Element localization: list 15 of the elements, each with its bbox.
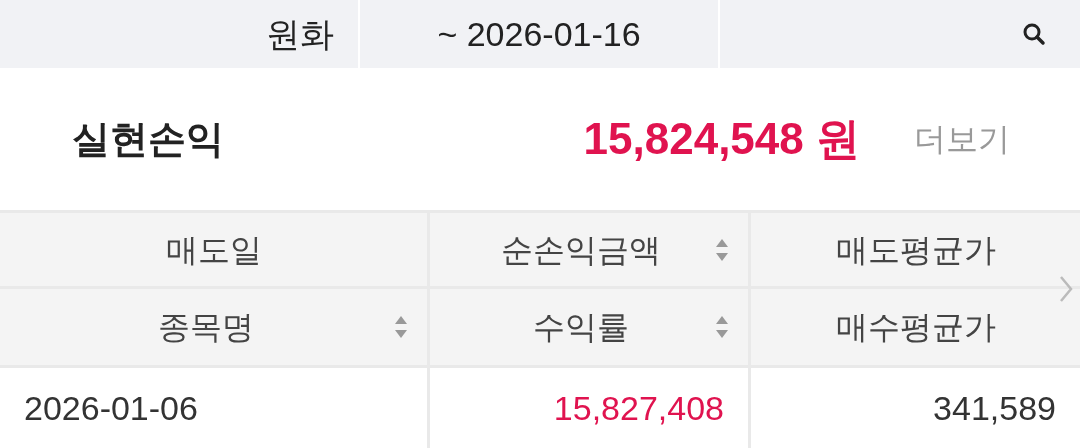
column-header[interactable]: 순손익금액 <box>448 225 714 274</box>
summary-label: 실현손익 <box>72 116 225 162</box>
column-header: 매수평균가 <box>834 308 997 347</box>
column-header: 매도평균가 <box>834 230 997 270</box>
date-range-filter[interactable]: ~ 2026-01-16 <box>437 8 641 60</box>
search-icon[interactable] <box>1022 22 1046 46</box>
summary-amount: 15,824,548 원 <box>583 113 860 165</box>
table-cell-text: 15,827,408 <box>553 387 724 429</box>
scroll-right-icon[interactable] <box>1058 274 1074 304</box>
table-cell-text: 2026-01-06 <box>24 387 198 429</box>
column-header[interactable]: 종목명 <box>18 303 393 351</box>
table-cell-text: 341,589 <box>933 387 1056 429</box>
currency-filter[interactable]: 원화 <box>266 8 334 60</box>
column-header[interactable]: 수익률 <box>448 303 714 351</box>
column-header: 매도일 <box>164 230 263 270</box>
